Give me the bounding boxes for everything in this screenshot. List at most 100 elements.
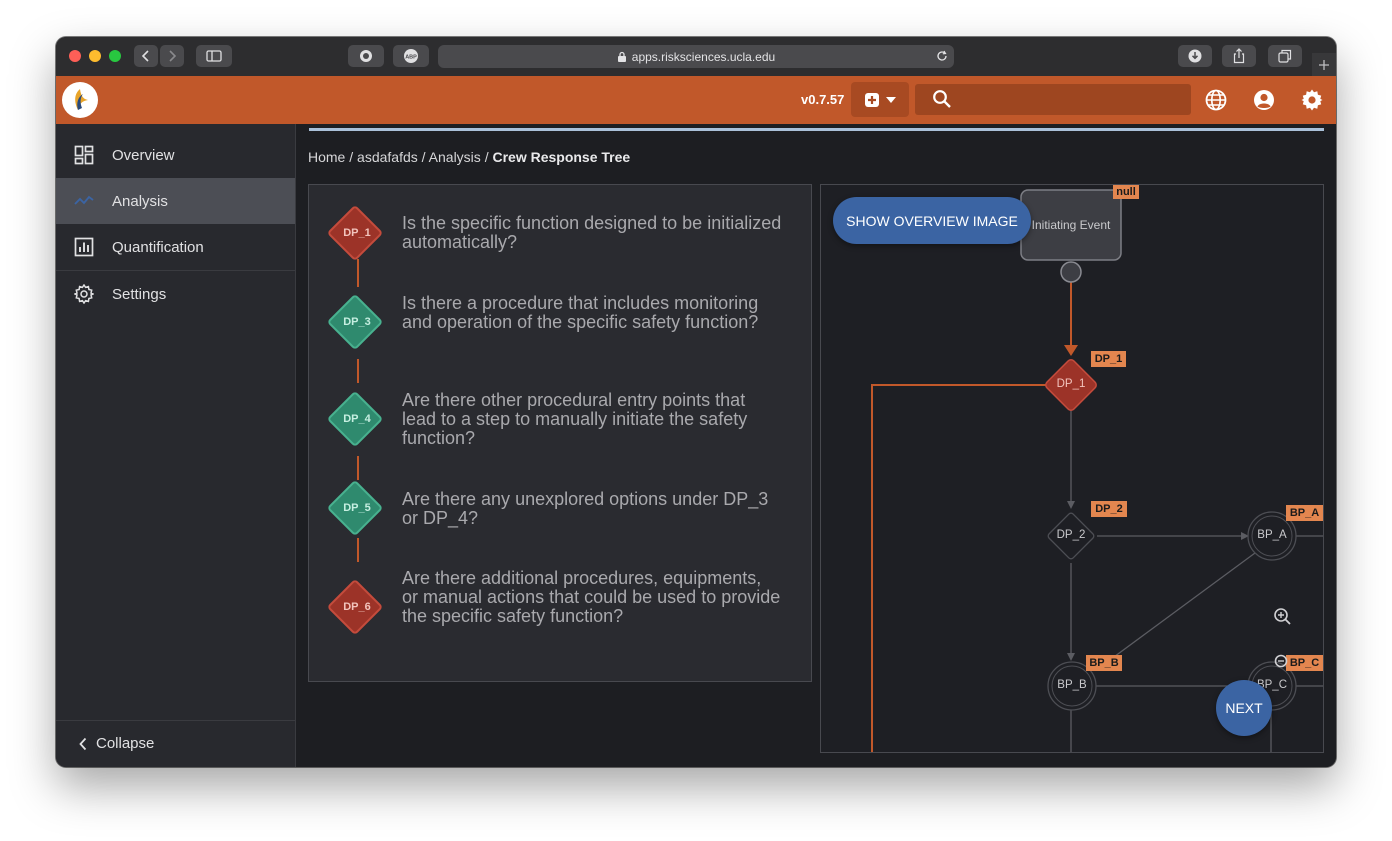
maximize-window-button[interactable] — [109, 50, 121, 62]
breadcrumb-separator: / — [349, 149, 354, 165]
version-label: v0.7.57 — [801, 92, 845, 107]
sidebar-item-label: Quantification — [112, 238, 204, 256]
back-button[interactable] — [134, 45, 158, 67]
collapse-button[interactable]: Collapse — [56, 720, 295, 767]
share-button[interactable] — [1222, 45, 1256, 67]
sidebar-item-settings[interactable]: Settings — [56, 271, 295, 317]
new-tab-button[interactable] — [1312, 53, 1336, 76]
sidebar-item-label: Analysis — [112, 192, 168, 210]
breadcrumb: Home / asdafafds / Analysis / Crew Respo… — [308, 149, 630, 165]
analysis-icon — [74, 195, 94, 205]
edge-dp1-branch — [871, 384, 1049, 752]
tag-bpb: BP_B — [1089, 657, 1119, 669]
url-text: apps.risksciences.ucla.edu — [631, 49, 776, 64]
breadcrumb-section[interactable]: Analysis — [429, 149, 481, 165]
tree-diagram — [871, 185, 1323, 752]
app-logo[interactable] — [62, 82, 98, 118]
lock-icon — [617, 51, 626, 62]
chevron-left-icon — [79, 737, 87, 751]
sidebar: Overview Analysis Quantification Setting… — [56, 124, 296, 767]
decision-point-question: Are there other procedural entry points … — [402, 390, 748, 448]
reload-icon[interactable] — [936, 50, 948, 62]
dashboard-icon — [74, 145, 94, 165]
plus-icon — [1319, 59, 1329, 70]
node-dp1-label: DP_1 — [1056, 378, 1086, 390]
download-icon — [1188, 49, 1202, 63]
decision-point-id: DP_5 — [343, 502, 371, 514]
connector-line — [357, 259, 359, 287]
sidebar-item-overview[interactable]: Overview — [56, 132, 295, 178]
decision-point-id: DP_3 — [343, 316, 371, 328]
phoenix-logo-icon — [75, 89, 88, 110]
close-window-button[interactable] — [69, 50, 81, 62]
node-bpb-label: BP_B — [1057, 679, 1087, 691]
chevron-left-icon — [141, 50, 149, 62]
privacy-extension-button[interactable] — [348, 45, 384, 67]
initiating-event-port[interactable] — [1060, 261, 1082, 283]
breadcrumb-home[interactable]: Home — [308, 149, 345, 165]
breadcrumb-current: Crew Response Tree — [492, 149, 631, 165]
settings-gear-icon[interactable] — [1300, 88, 1324, 112]
initiating-event-label: Initiating Event — [1031, 218, 1111, 232]
main-content: Home / asdafafds / Analysis / Crew Respo… — [296, 124, 1336, 767]
tag-dp2: DP_2 — [1095, 503, 1123, 515]
tag-dp1: DP_1 — [1094, 353, 1123, 365]
tag-bpc: BP_C — [1289, 657, 1320, 669]
decision-point-question: Is the specific function designed to be … — [402, 213, 782, 252]
account-icon[interactable] — [1252, 88, 1276, 112]
connector-line — [357, 538, 359, 562]
app-header: v0.7.57 — [56, 76, 1336, 124]
arrow-head-icon — [1067, 653, 1075, 661]
arrow-head-icon — [1064, 345, 1078, 356]
search-icon — [933, 90, 951, 108]
decision-point-id: DP_1 — [343, 227, 371, 239]
node-dp2-label: DP_2 — [1056, 529, 1086, 541]
minimize-window-button[interactable] — [89, 50, 101, 62]
sidebar-item-analysis[interactable]: Analysis — [56, 178, 295, 224]
gear-icon — [74, 284, 94, 304]
progress-line — [309, 128, 1324, 131]
tabs-icon — [1278, 49, 1292, 63]
add-menu-button[interactable] — [851, 82, 909, 117]
search-field[interactable] — [915, 84, 1191, 115]
add-box-icon — [865, 92, 879, 107]
decision-point-question: Are there additional procedures, equipme… — [402, 568, 781, 626]
adblock-icon: ABP — [404, 49, 418, 63]
share-icon — [1233, 48, 1245, 64]
adblock-extension-button[interactable]: ABP — [393, 45, 429, 67]
edge-bpb-to-bpa — [1102, 552, 1256, 666]
tag-bpa: BP_A — [1289, 507, 1320, 519]
sidebar-item-quantification[interactable]: Quantification — [56, 224, 295, 270]
decision-point-question: Is there a procedure that includes monit… — [402, 293, 759, 332]
browser-window: ABP apps.risksciences.ucla.edu v0.7.57 O… — [56, 37, 1336, 767]
svg-text:ABP: ABP — [405, 55, 417, 61]
zoom-in-icon[interactable] — [1274, 608, 1291, 625]
tag-null: null — [1116, 186, 1136, 198]
bar-chart-icon — [74, 237, 94, 257]
collapse-label: Collapse — [96, 735, 155, 752]
connector-line — [357, 456, 359, 480]
breadcrumb-separator: / — [484, 149, 489, 165]
decision-point-id: DP_4 — [343, 413, 371, 425]
tabs-overview-button[interactable] — [1268, 45, 1302, 67]
sidebar-toggle-button[interactable] — [196, 45, 232, 67]
search-input[interactable] — [959, 88, 1183, 112]
show-overview-image-button[interactable]: SHOW OVERVIEW IMAGE — [833, 197, 1031, 244]
forward-button[interactable] — [160, 45, 184, 67]
chevron-right-icon — [169, 50, 177, 62]
arrow-head-icon — [1067, 501, 1075, 509]
sidebar-item-label: Settings — [112, 285, 167, 303]
decision-point-list: DP_1 Is the specific function designed t… — [308, 184, 812, 682]
decision-point-question: Are there any unexplored options under D… — [402, 489, 769, 528]
shield-icon — [360, 50, 372, 62]
connector-line — [357, 359, 359, 383]
next-button[interactable]: NEXT — [1216, 680, 1272, 736]
breadcrumb-project[interactable]: asdafafds — [357, 149, 418, 165]
caret-down-icon — [886, 96, 896, 103]
address-bar[interactable]: apps.risksciences.ucla.edu — [438, 45, 954, 68]
globe-icon[interactable] — [1204, 88, 1228, 112]
sidebar-icon — [206, 50, 222, 62]
crew-response-tree-canvas[interactable]: Initiating Event null DP_1 DP_1 DP_2 DP_… — [820, 184, 1324, 753]
sidebar-item-label: Overview — [112, 146, 175, 164]
downloads-button[interactable] — [1178, 45, 1212, 67]
